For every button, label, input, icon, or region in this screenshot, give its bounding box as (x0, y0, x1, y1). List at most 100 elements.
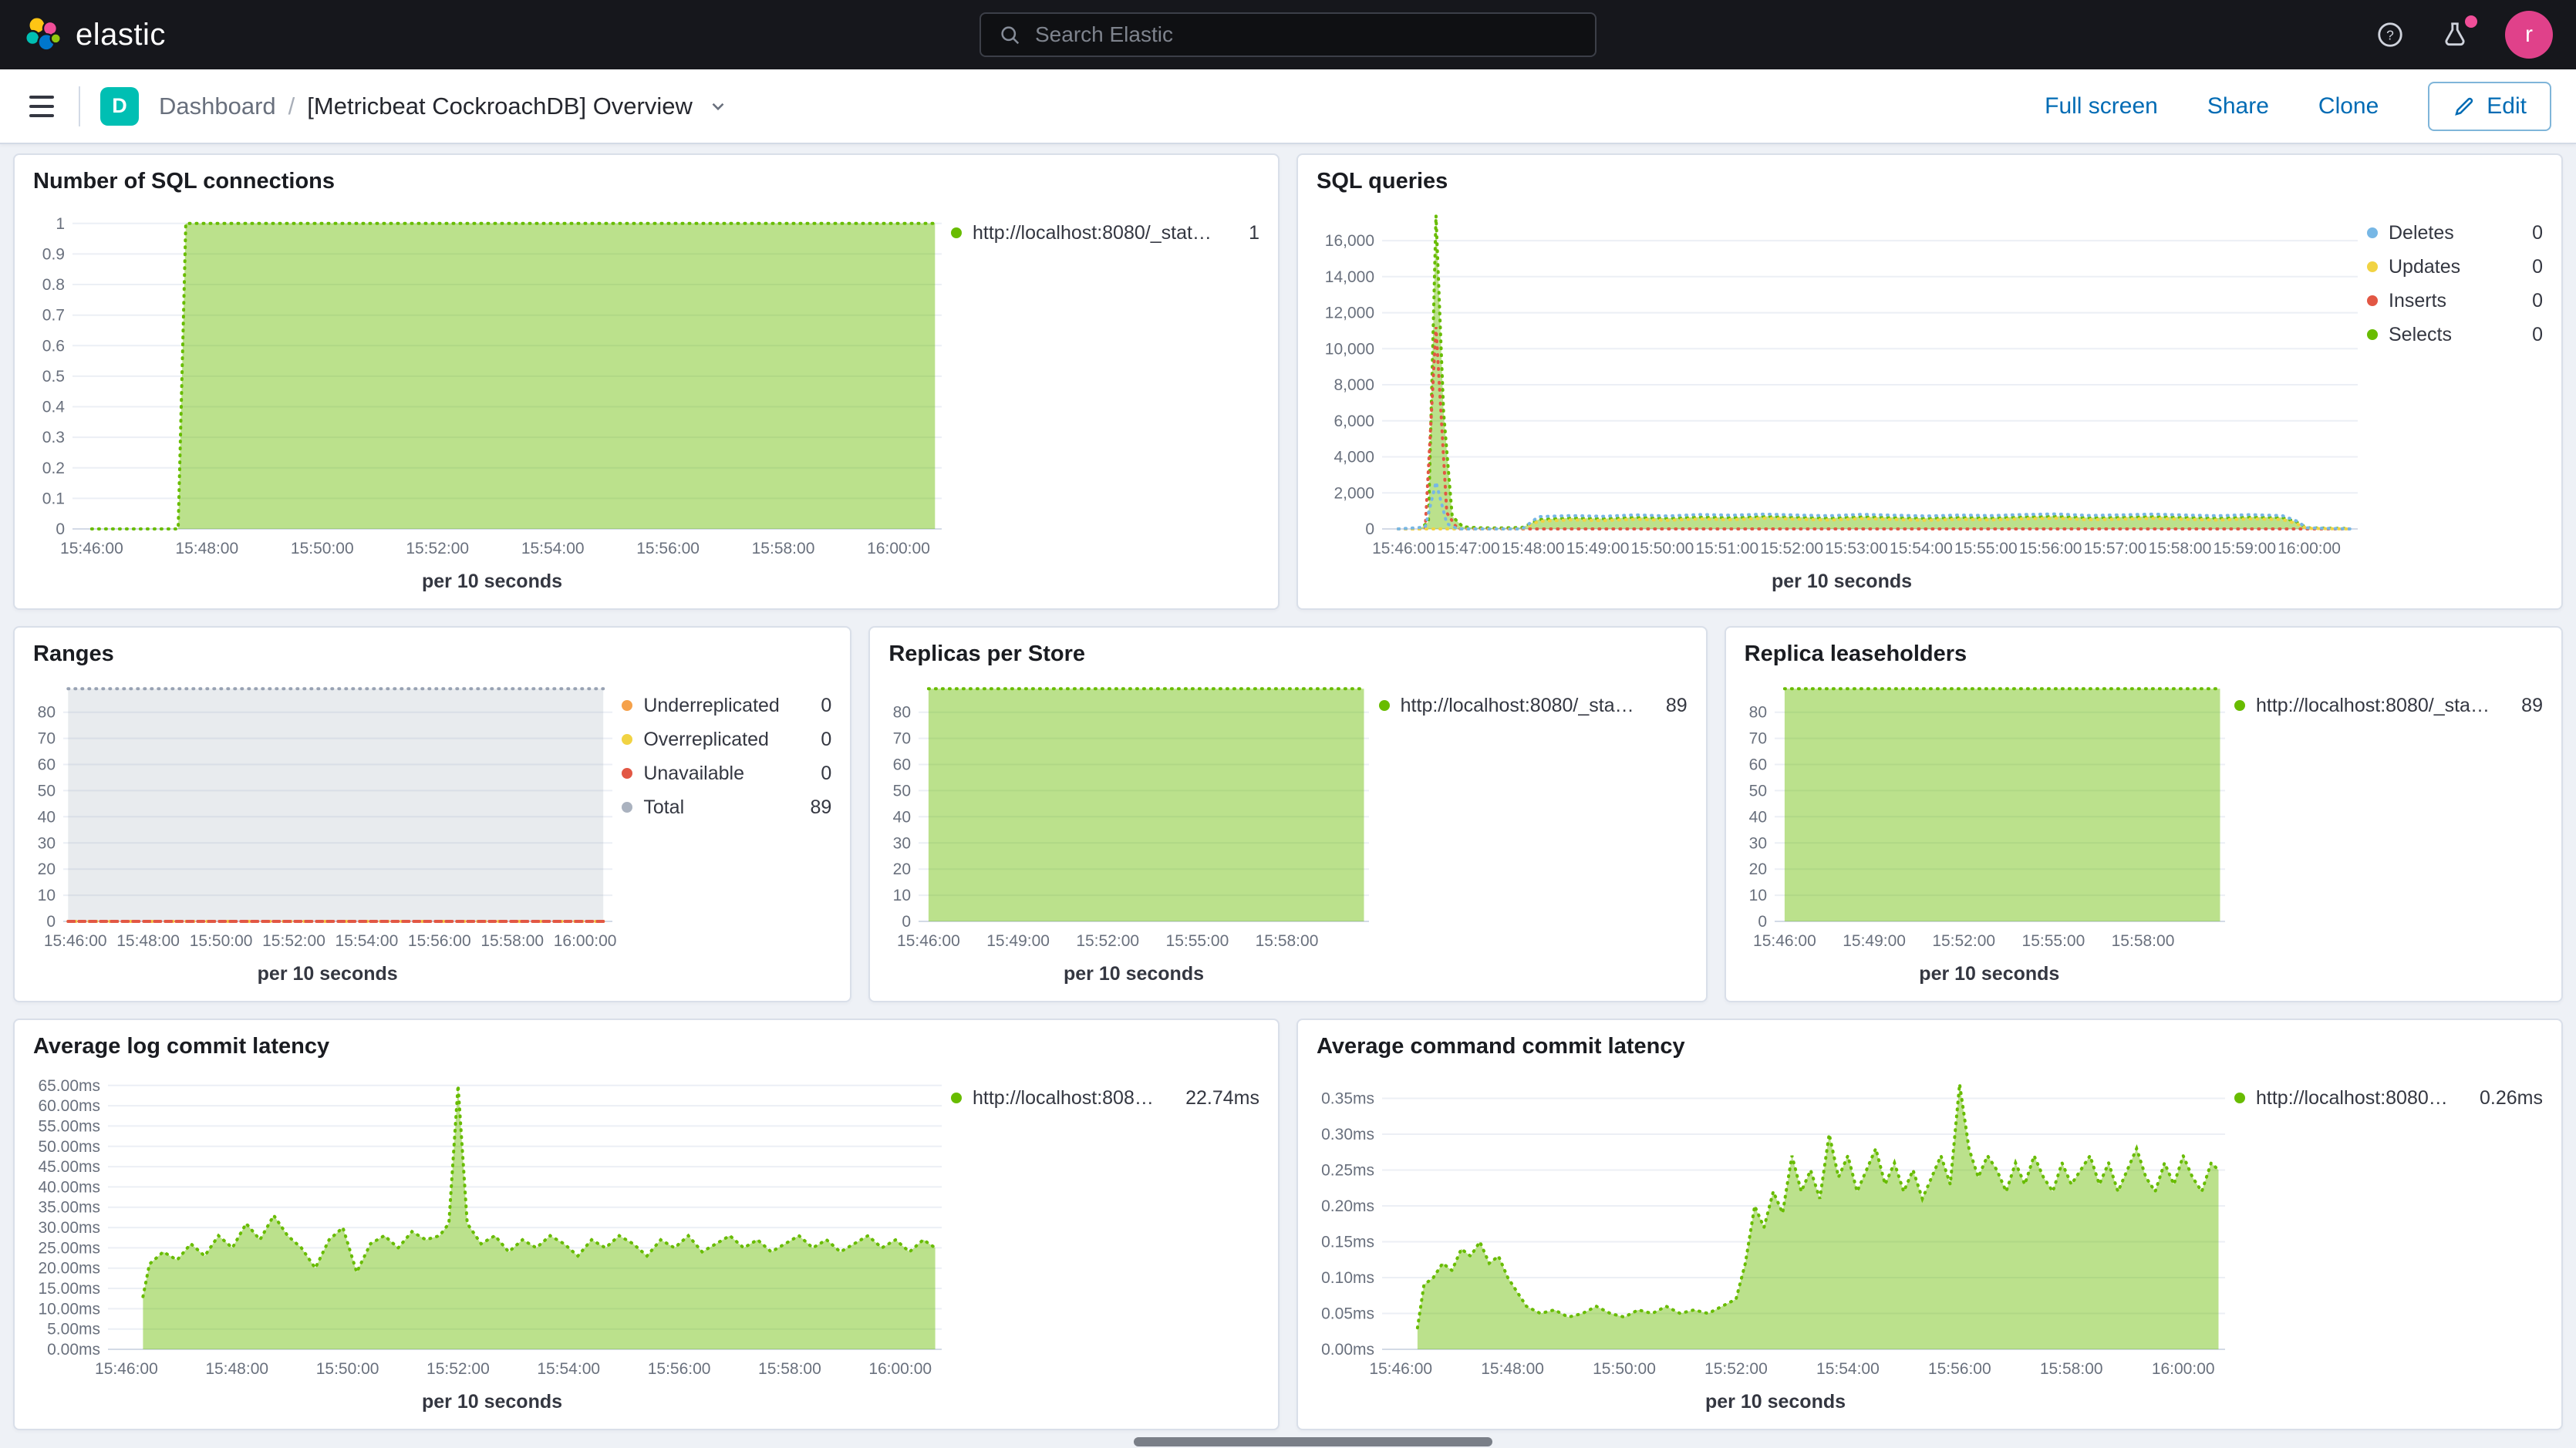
chart-area: 00.10.20.30.40.50.60.70.80.9115:46:0015:… (33, 197, 951, 594)
x-axis-label: per 10 seconds (33, 563, 951, 594)
svg-text:60: 60 (38, 756, 56, 774)
global-search[interactable] (979, 12, 1597, 57)
help-button[interactable]: ? (2375, 20, 2405, 49)
svg-text:16:00:00: 16:00:00 (868, 1360, 932, 1378)
legend-item[interactable]: Inserts0 (2367, 284, 2543, 318)
panel-replicas-per-store: Replicas per Store 0102030405060708015:4… (868, 626, 1707, 1002)
svg-text:40: 40 (38, 808, 56, 826)
log-commit-latency-legend[interactable]: http://localhost:808…22.74ms (951, 1062, 1259, 1415)
svg-text:30: 30 (1748, 834, 1766, 852)
svg-text:15.00ms: 15.00ms (38, 1280, 100, 1298)
legend-series-label: http://localhost:808… (973, 1087, 1154, 1110)
legend-item[interactable]: Total89 (622, 790, 831, 824)
dashboard-row-3: Average log commit latency 0.00ms5.00ms1… (13, 1019, 2563, 1430)
legend-item[interactable]: http://localhost:8080/_sta…89 (2234, 689, 2543, 722)
svg-text:15:46:00: 15:46:00 (95, 1360, 158, 1378)
sql-queries-chart[interactable]: 02,0004,0006,0008,00010,00012,00014,0001… (1317, 197, 2367, 563)
ranges-legend[interactable]: Underreplicated0Overreplicated0Unavailab… (622, 670, 831, 987)
user-avatar[interactable]: r (2505, 11, 2553, 59)
legend-item[interactable]: http://localhost:8080…0.26ms (2234, 1081, 2543, 1115)
svg-text:15:52:00: 15:52:00 (1760, 540, 1823, 557)
replica-leaseholders-chart[interactable]: 0102030405060708015:46:0015:49:0015:52:0… (1745, 670, 2234, 955)
panel-average-log-commit-latency: Average log commit latency 0.00ms5.00ms1… (13, 1019, 1280, 1430)
svg-text:16:00:00: 16:00:00 (2278, 540, 2341, 557)
panel-title: Replica leaseholders (1745, 641, 2543, 667)
legend-item[interactable]: Overreplicated0 (622, 722, 831, 756)
svg-text:15:46:00: 15:46:00 (1369, 1360, 1432, 1378)
elastic-logo-icon (23, 15, 63, 55)
legend-item[interactable]: http://localhost:8080/_stat…1 (951, 216, 1259, 250)
svg-text:40: 40 (893, 808, 911, 826)
legend-item[interactable]: http://localhost:808…22.74ms (951, 1081, 1259, 1115)
svg-text:8,000: 8,000 (1334, 376, 1374, 394)
breadcrumb-separator: / (288, 93, 295, 120)
svg-text:14,000: 14,000 (1325, 268, 1374, 286)
ranges-chart[interactable]: 0102030405060708015:46:0015:48:0015:50:0… (33, 670, 622, 955)
svg-text:15:56:00: 15:56:00 (1928, 1360, 1991, 1378)
legend-series-dot (622, 700, 632, 711)
brand-name: elastic (76, 18, 166, 52)
svg-text:15:56:00: 15:56:00 (2019, 540, 2082, 557)
avatar-initial: r (2525, 22, 2533, 48)
svg-text:6,000: 6,000 (1334, 413, 1374, 430)
panel-number-of-sql-connections: Number of SQL connections 00.10.20.30.40… (13, 153, 1280, 610)
horizontal-scrollbar-thumb[interactable] (1134, 1437, 1492, 1446)
svg-text:20: 20 (893, 860, 911, 878)
svg-text:10: 10 (38, 887, 56, 904)
search-input[interactable] (1035, 22, 1578, 47)
svg-text:80: 80 (893, 704, 911, 722)
command-commit-latency-legend[interactable]: http://localhost:8080…0.26ms (2234, 1062, 2543, 1415)
sql-connections-chart[interactable]: 00.10.20.30.40.50.60.70.80.9115:46:0015:… (33, 197, 951, 563)
svg-text:15:58:00: 15:58:00 (2149, 540, 2212, 557)
edit-button[interactable]: Edit (2428, 82, 2551, 131)
sql-connections-legend[interactable]: http://localhost:8080/_stat…1 (951, 197, 1259, 594)
svg-text:35.00ms: 35.00ms (38, 1199, 100, 1217)
replicas-per-store-chart[interactable]: 0102030405060708015:46:0015:49:0015:52:0… (888, 670, 1378, 955)
svg-text:15:50:00: 15:50:00 (291, 540, 354, 557)
svg-text:15:51:00: 15:51:00 (1695, 540, 1758, 557)
sql-queries-legend[interactable]: Deletes0Updates0Inserts0Selects0 (2367, 197, 2543, 594)
space-badge[interactable]: D (100, 87, 139, 126)
replicas-per-store-legend[interactable]: http://localhost:8080/_sta…89 (1379, 670, 1688, 987)
news-button[interactable] (2440, 20, 2470, 49)
chevron-down-icon[interactable] (708, 96, 728, 116)
legend-item[interactable]: Updates0 (2367, 250, 2543, 284)
legend-item[interactable]: Selects0 (2367, 318, 2543, 352)
legend-item[interactable]: http://localhost:8080/_sta…89 (1379, 689, 1688, 722)
svg-text:15:48:00: 15:48:00 (116, 932, 180, 950)
legend-series-label: Overreplicated (643, 729, 769, 751)
share-button[interactable]: Share (2207, 93, 2269, 120)
legend-series-dot (2234, 700, 2245, 711)
svg-text:0.6: 0.6 (42, 337, 65, 355)
command-commit-latency-chart[interactable]: 0.00ms0.05ms0.10ms0.15ms0.20ms0.25ms0.30… (1317, 1062, 2234, 1383)
svg-text:50: 50 (1748, 782, 1766, 800)
legend-series-dot (2367, 227, 2378, 238)
svg-text:15:46:00: 15:46:00 (897, 932, 960, 950)
legend-item[interactable]: Underreplicated0 (622, 689, 831, 722)
replica-leaseholders-legend[interactable]: http://localhost:8080/_sta…89 (2234, 670, 2543, 987)
legend-series-label: Inserts (2389, 290, 2446, 312)
header-right-controls: ? r (2375, 11, 2553, 59)
svg-text:55.00ms: 55.00ms (38, 1117, 100, 1135)
full-screen-button[interactable]: Full screen (2045, 93, 2158, 120)
menu-hamburger-icon[interactable] (25, 91, 59, 122)
svg-text:15:59:00: 15:59:00 (2213, 540, 2276, 557)
elastic-home-link[interactable]: elastic (23, 15, 166, 55)
legend-series-value: 0 (2518, 324, 2543, 346)
breadcrumb-dashboard[interactable]: Dashboard (159, 93, 276, 120)
legend-item[interactable]: Deletes0 (2367, 216, 2543, 250)
chart-area: 0102030405060708015:46:0015:48:0015:50:0… (33, 670, 622, 987)
legend-item[interactable]: Unavailable0 (622, 756, 831, 790)
svg-text:4,000: 4,000 (1334, 449, 1374, 466)
notification-dot (2465, 15, 2477, 28)
svg-text:?: ? (2386, 27, 2394, 42)
panel-title: Average log commit latency (33, 1034, 1259, 1059)
edit-label: Edit (2487, 93, 2527, 120)
svg-text:65.00ms: 65.00ms (38, 1077, 100, 1095)
svg-text:16:00:00: 16:00:00 (867, 540, 930, 557)
space-initial: D (112, 94, 127, 118)
panel-title: Number of SQL connections (33, 169, 1259, 194)
log-commit-latency-chart[interactable]: 0.00ms5.00ms10.00ms15.00ms20.00ms25.00ms… (33, 1062, 951, 1383)
panel-body: 0.00ms5.00ms10.00ms15.00ms20.00ms25.00ms… (33, 1062, 1259, 1415)
clone-button[interactable]: Clone (2318, 93, 2379, 120)
